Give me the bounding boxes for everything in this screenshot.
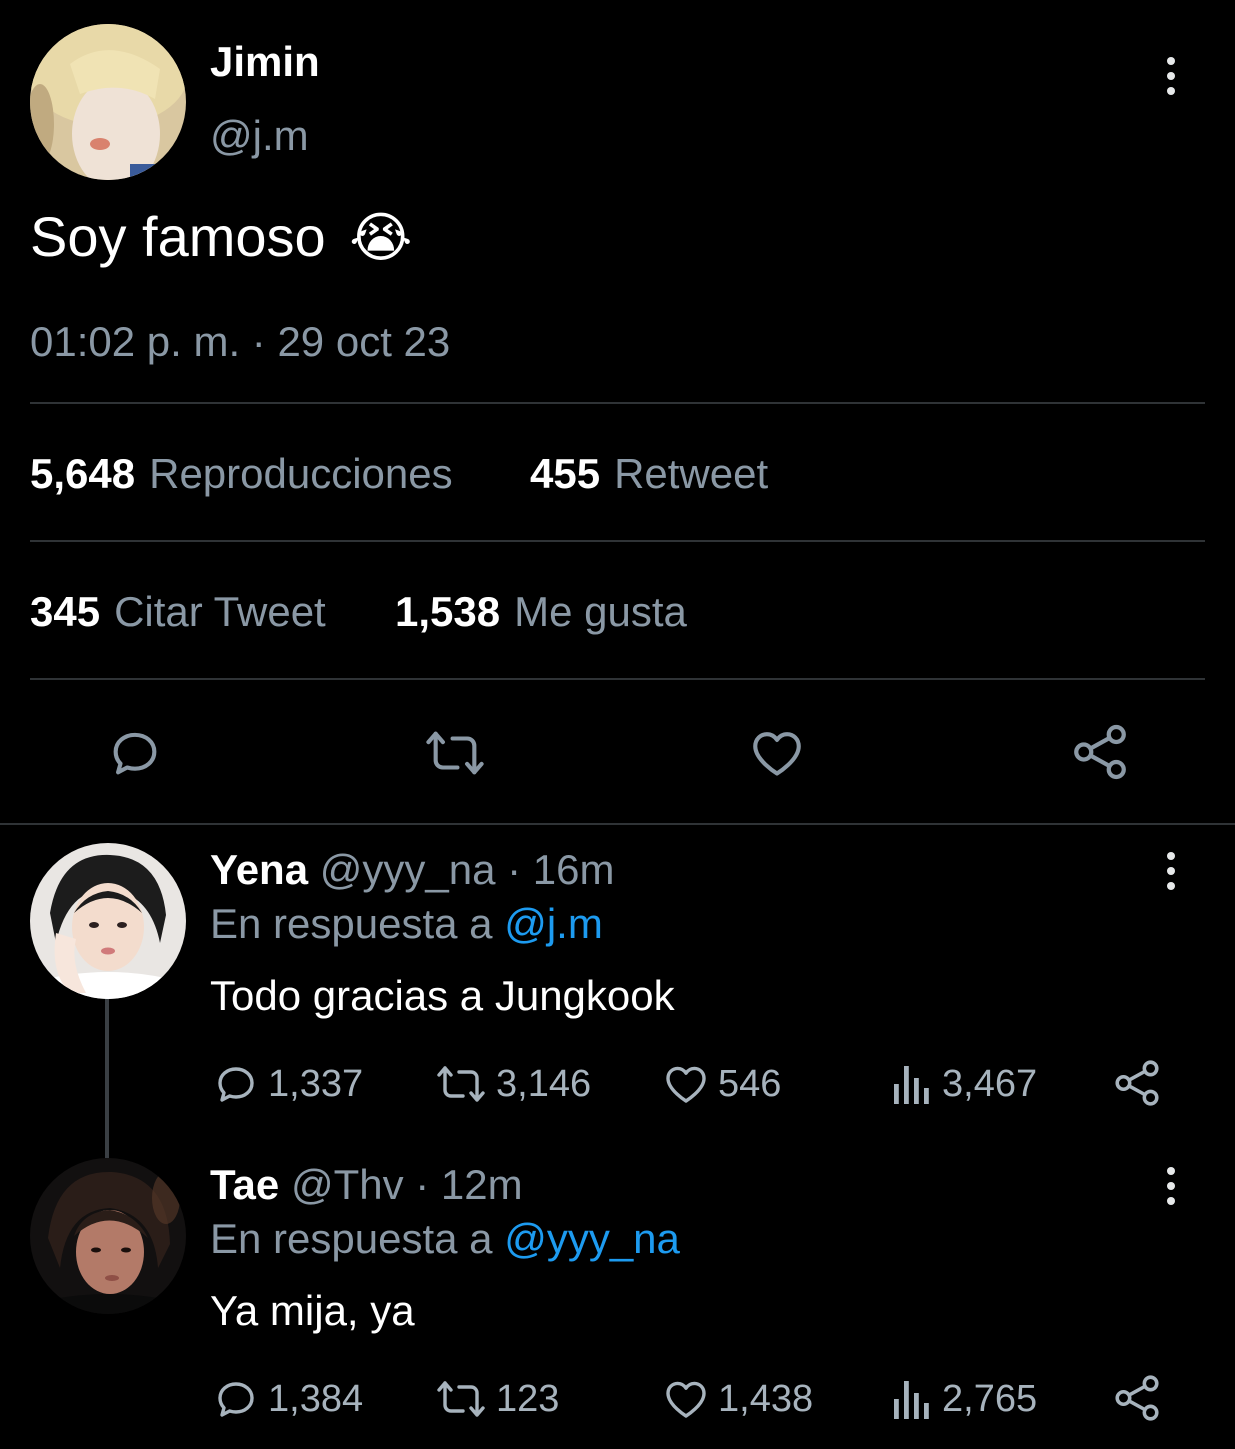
reply-icon (218, 1067, 254, 1102)
reply-share-button[interactable] (1112, 1373, 1162, 1423)
reply-text: Todo gracias a Jungkook (210, 972, 675, 1019)
share-icon (1115, 1060, 1159, 1106)
share-icon (1074, 724, 1126, 780)
divider (30, 402, 1205, 404)
retweet-icon (426, 731, 484, 775)
author-avatar[interactable] (30, 24, 186, 180)
views-count: 5,648 (30, 450, 136, 497)
views-stat: 5,648 Reproducciones (30, 450, 453, 498)
replying-to: En respuesta a @j.m (210, 900, 603, 948)
reply-count: 1,384 (268, 1377, 364, 1420)
more-vertical-icon (1167, 57, 1175, 65)
replying-to-prefix: En respuesta a (210, 900, 493, 947)
tweet-timestamp[interactable]: 01:02 p. m. · 29 oct 23 (30, 318, 450, 366)
reply-reply-button[interactable]: 1,337 (212, 1060, 363, 1108)
retweets-count: 455 (530, 450, 601, 497)
replying-to-link[interactable]: @yyy_na (504, 1215, 680, 1262)
views-count: 3,467 (942, 1062, 1038, 1105)
reply-author-name[interactable]: Yena (210, 846, 308, 893)
likes-stat[interactable]: 1,538 Me gusta (395, 588, 687, 636)
retweet-icon (437, 1381, 485, 1417)
reply-text: Ya mija, ya (210, 1287, 415, 1334)
reply-more-button[interactable] (1159, 852, 1183, 894)
reply-author-handle[interactable]: @Thv (291, 1161, 404, 1208)
quotes-count: 345 (30, 588, 101, 635)
more-vertical-icon (1167, 852, 1175, 860)
retweet-count: 3,146 (496, 1062, 592, 1105)
crying-emoji-icon: 😭 (349, 208, 413, 268)
views-label: Reproducciones (149, 450, 453, 497)
reply-more-button[interactable] (1159, 1167, 1183, 1209)
reply-icon (218, 1382, 254, 1417)
retweet-count: 123 (496, 1377, 560, 1420)
retweet-button[interactable] (422, 724, 488, 782)
tweet-more-button[interactable] (1159, 57, 1183, 99)
reply-retweet-button[interactable]: 3,146 (434, 1060, 591, 1108)
reply-retweet-button[interactable]: 123 (434, 1375, 559, 1423)
tweet-text: Soy famoso (30, 205, 326, 268)
author-handle[interactable]: @j.m (210, 112, 309, 160)
thread-line (105, 998, 109, 1158)
reply-time[interactable]: · 12m (415, 1161, 522, 1208)
reply-author-handle[interactable]: @yyy_na (320, 846, 496, 893)
reply-share-button[interactable] (1112, 1058, 1162, 1108)
like-count: 546 (718, 1062, 782, 1105)
reply-views-button[interactable]: 3,467 (890, 1060, 1037, 1108)
like-icon (753, 732, 801, 776)
retweets-stat[interactable]: 455 Retweet (530, 450, 768, 498)
replying-to: En respuesta a @yyy_na (210, 1215, 680, 1263)
more-vertical-icon (1167, 1167, 1175, 1175)
reply-reply-button[interactable]: 1,384 (212, 1375, 363, 1423)
like-button[interactable] (748, 724, 806, 782)
share-icon (1115, 1375, 1159, 1421)
retweet-icon (437, 1066, 485, 1102)
section-divider (0, 823, 1235, 825)
reply-like-button[interactable]: 1,438 (662, 1375, 813, 1423)
reply-icon (113, 732, 157, 775)
reply-author-name[interactable]: Tae (210, 1161, 279, 1208)
reply-count: 1,337 (268, 1062, 364, 1105)
reply-time[interactable]: · 16m (507, 846, 614, 893)
reply-avatar[interactable] (30, 843, 186, 999)
views-icon (894, 1066, 929, 1104)
share-button[interactable] (1070, 722, 1130, 782)
views-icon (894, 1381, 929, 1419)
likes-label: Me gusta (514, 588, 687, 635)
reply-header: Tae @Thv · 12m (210, 1161, 523, 1209)
like-icon (666, 1066, 706, 1103)
quotes-stat[interactable]: 345 Citar Tweet (30, 588, 326, 636)
reply-avatar[interactable] (30, 1158, 186, 1314)
reply-like-button[interactable]: 546 (662, 1060, 781, 1108)
views-count: 2,765 (942, 1377, 1038, 1420)
quotes-label: Citar Tweet (114, 588, 326, 635)
author-name[interactable]: Jimin (210, 38, 320, 86)
tweet-text-row: Soy famoso 😭 (30, 204, 412, 269)
reply-button[interactable] (106, 724, 164, 782)
retweets-label: Retweet (614, 450, 769, 497)
reply-header: Yena @yyy_na · 16m (210, 846, 615, 894)
divider (30, 678, 1205, 680)
replying-to-prefix: En respuesta a (210, 1215, 493, 1262)
likes-count: 1,538 (395, 588, 501, 635)
like-count: 1,438 (718, 1377, 814, 1420)
divider (30, 540, 1205, 542)
reply-views-button[interactable]: 2,765 (890, 1375, 1037, 1423)
replying-to-link[interactable]: @j.m (504, 900, 603, 947)
like-icon (666, 1381, 706, 1418)
